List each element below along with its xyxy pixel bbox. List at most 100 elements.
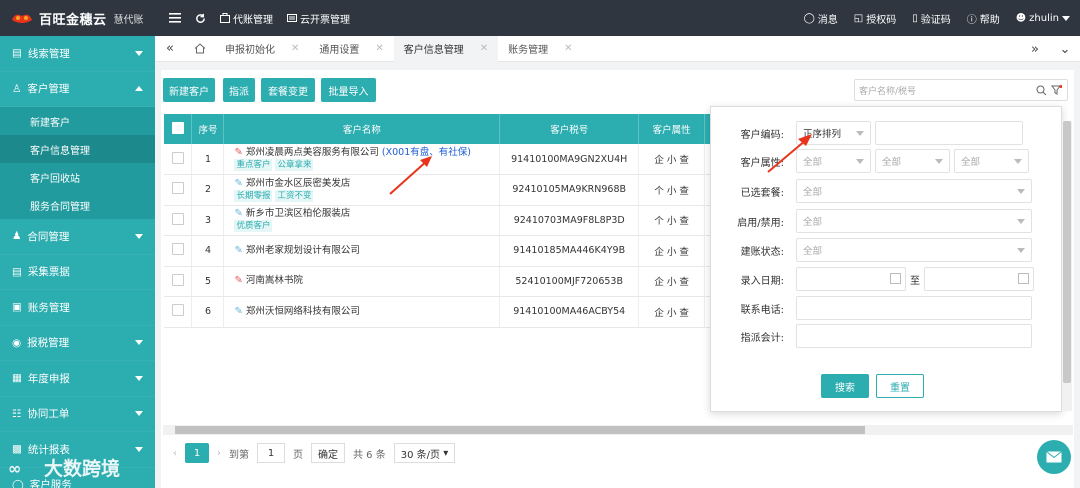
sidebar-item-customers[interactable]: ♙ 客户管理 <box>0 72 155 107</box>
sidebar-sub-customer-info[interactable]: 客户信息管理 <box>0 135 155 163</box>
goto-confirm-button[interactable]: 确定 <box>311 443 345 463</box>
sidebar-item-contracts[interactable]: ♟ 合同管理 <box>0 219 155 255</box>
date-end-input[interactable] <box>924 267 1034 291</box>
row-select-cell[interactable] <box>164 174 193 206</box>
panel-scrollbar[interactable] <box>1062 121 1072 411</box>
search-icon[interactable] <box>1036 85 1047 96</box>
next-page-icon[interactable]: › <box>217 448 221 459</box>
search-input[interactable]: 客户名称/税号 <box>854 79 1068 101</box>
close-icon[interactable]: ✕ <box>480 43 488 54</box>
menu-toggle-button[interactable] <box>169 13 181 23</box>
verify-code-link[interactable]: ▯ 验证码 <box>912 11 951 26</box>
row-name-cell[interactable]: ✎ 郑州市金水区辰密美发店 长期零报 工资不变 <box>223 174 501 206</box>
page-1-button[interactable]: 1 <box>185 443 209 463</box>
customer-name[interactable]: 河南嵩林书院 <box>246 275 303 286</box>
customer-name[interactable]: 郑州凌晨两点美容服务有限公司 <box>246 147 379 158</box>
attr-select-3[interactable]: 全部 <box>954 149 1029 173</box>
nav-bookkeeping[interactable]: 代账管理 <box>220 11 273 26</box>
close-icon[interactable]: ✕ <box>291 43 299 54</box>
sidebar-item-tickets[interactable]: ▤ 采集票据 <box>0 255 155 290</box>
edit-icon[interactable]: ✎ <box>234 245 242 257</box>
row-name-cell[interactable]: ✎ 郑州老家规划设计有限公司 <box>223 235 501 267</box>
sidebar-item-tax[interactable]: ◉ 报税管理 <box>0 326 155 361</box>
row-name-cell[interactable]: ✎ 郑州凌晨两点美容服务有限公司 (X001有盘、有社保) 重点客户 公章拿来 <box>223 144 501 175</box>
package-select[interactable]: 全部 <box>796 179 1032 203</box>
date-start-input[interactable] <box>796 267 906 291</box>
attr-select-2[interactable]: 全部 <box>875 149 950 173</box>
edit-icon[interactable]: ✎ <box>234 208 242 220</box>
row-checkbox[interactable] <box>171 212 184 225</box>
accountant-input[interactable] <box>796 324 1032 348</box>
close-icon[interactable]: ✕ <box>564 43 572 54</box>
tabs-menu-button[interactable]: ⌄ <box>1050 36 1080 62</box>
account-select[interactable]: 全部 <box>796 238 1032 262</box>
page-input[interactable]: 1 <box>257 443 285 463</box>
user-menu[interactable]: ☻ zhulin <box>1016 13 1070 24</box>
sidebar-item-workorders[interactable]: ☷ 协同工单 <box>0 397 155 432</box>
tabs-scroll-left-button[interactable]: « <box>155 36 185 62</box>
sidebar-item-ledger[interactable]: ▣ 账务管理 <box>0 290 155 326</box>
sidebar-sub-new-customer[interactable]: 新建客户 <box>0 107 155 135</box>
messages-link[interactable]: ◯ 消息 <box>804 11 838 26</box>
code-sort-select[interactable]: 正序排列 <box>796 121 871 145</box>
row-name-cell[interactable]: ✎ 郑州沃恒网络科技有限公司 <box>223 296 501 328</box>
home-tab[interactable] <box>185 36 215 62</box>
row-name-cell[interactable]: ✎ 新乡市卫滨区柏伦服装店 优质客户 <box>223 205 501 236</box>
filter-search-button[interactable]: 搜索 <box>821 374 869 398</box>
row-select-cell[interactable] <box>164 144 193 175</box>
edit-icon[interactable]: ✎ <box>234 275 242 287</box>
mail-float-button[interactable] <box>1037 440 1071 474</box>
customer-name[interactable]: 郑州市金水区辰密美发店 <box>246 178 351 189</box>
row-select-cell[interactable] <box>164 296 193 328</box>
table-horizontal-scrollbar[interactable] <box>163 425 1073 435</box>
row-checkbox[interactable] <box>171 182 184 195</box>
row-checkbox[interactable] <box>171 243 184 256</box>
status-select[interactable]: 全部 <box>796 209 1032 233</box>
tab-ledger[interactable]: 账务管理 ✕ <box>498 36 582 62</box>
per-page-select[interactable]: 30 条/页 ▾ <box>393 443 456 463</box>
phone-input[interactable] <box>796 296 1032 320</box>
edit-icon[interactable]: ✎ <box>234 306 242 318</box>
prev-page-icon[interactable]: ‹ <box>173 448 177 459</box>
sidebar-sub-service-contracts[interactable]: 服务合同管理 <box>0 191 155 219</box>
row-checkbox[interactable] <box>171 304 184 317</box>
close-icon[interactable]: ✕ <box>375 43 383 54</box>
package-change-button[interactable]: 套餐变更 <box>261 78 315 102</box>
row-select-cell[interactable] <box>164 235 193 267</box>
tab-general-settings[interactable]: 通用设置 ✕ <box>309 36 393 62</box>
scrollbar-thumb[interactable] <box>1063 121 1071 383</box>
brand[interactable]: 百旺金穗云 慧代账 <box>0 0 155 36</box>
row-name-cell[interactable]: ✎ 河南嵩林书院 <box>223 266 501 297</box>
row-select-cell[interactable] <box>164 266 193 297</box>
customer-name[interactable]: 郑州沃恒网络科技有限公司 <box>246 306 360 317</box>
scrollbar-thumb[interactable] <box>175 426 865 434</box>
new-customer-button[interactable]: 新建客户 <box>163 78 215 102</box>
row-checkbox[interactable] <box>171 151 184 164</box>
refresh-button[interactable] <box>195 13 206 24</box>
row-checkbox[interactable] <box>171 273 184 286</box>
nav-cloud-invoice[interactable]: 云开票管理 <box>287 11 350 26</box>
assign-button[interactable]: 指派 <box>223 78 255 102</box>
sidebar-sub-recycle-bin[interactable]: 客户回收站 <box>0 163 155 191</box>
row-select-cell[interactable] <box>164 205 193 236</box>
select-all-header[interactable] <box>164 114 193 144</box>
customer-name[interactable]: 郑州老家规划设计有限公司 <box>246 245 360 256</box>
help-link[interactable]: ⓘ 帮助 <box>967 11 1000 26</box>
attr-select-1[interactable]: 全部 <box>796 149 871 173</box>
sidebar-item-clues[interactable]: ▤ 线索管理 <box>0 36 155 72</box>
customer-name[interactable]: 新乡市卫滨区柏伦服装店 <box>246 208 351 219</box>
filter-icon[interactable] <box>1051 85 1062 96</box>
edit-icon[interactable]: ✎ <box>234 147 242 159</box>
select-all-checkbox[interactable] <box>171 121 184 134</box>
tab-customer-info[interactable]: 客户信息管理 ✕ <box>393 35 499 62</box>
batch-import-button[interactable]: 批量导入 <box>321 78 376 102</box>
calendar-icon[interactable] <box>890 273 901 284</box>
tab-declaration-init[interactable]: 申报初始化 ✕ <box>215 36 309 62</box>
edit-icon[interactable]: ✎ <box>234 178 242 190</box>
sidebar-item-annual[interactable]: ▦ 年度申报 <box>0 361 155 397</box>
filter-reset-button[interactable]: 重置 <box>876 374 924 398</box>
auth-code-link[interactable]: ◱ 授权码 <box>854 11 896 26</box>
code-input[interactable] <box>875 121 1023 145</box>
calendar-icon[interactable] <box>1018 273 1029 284</box>
tabs-scroll-right-button[interactable]: » <box>1020 36 1050 62</box>
